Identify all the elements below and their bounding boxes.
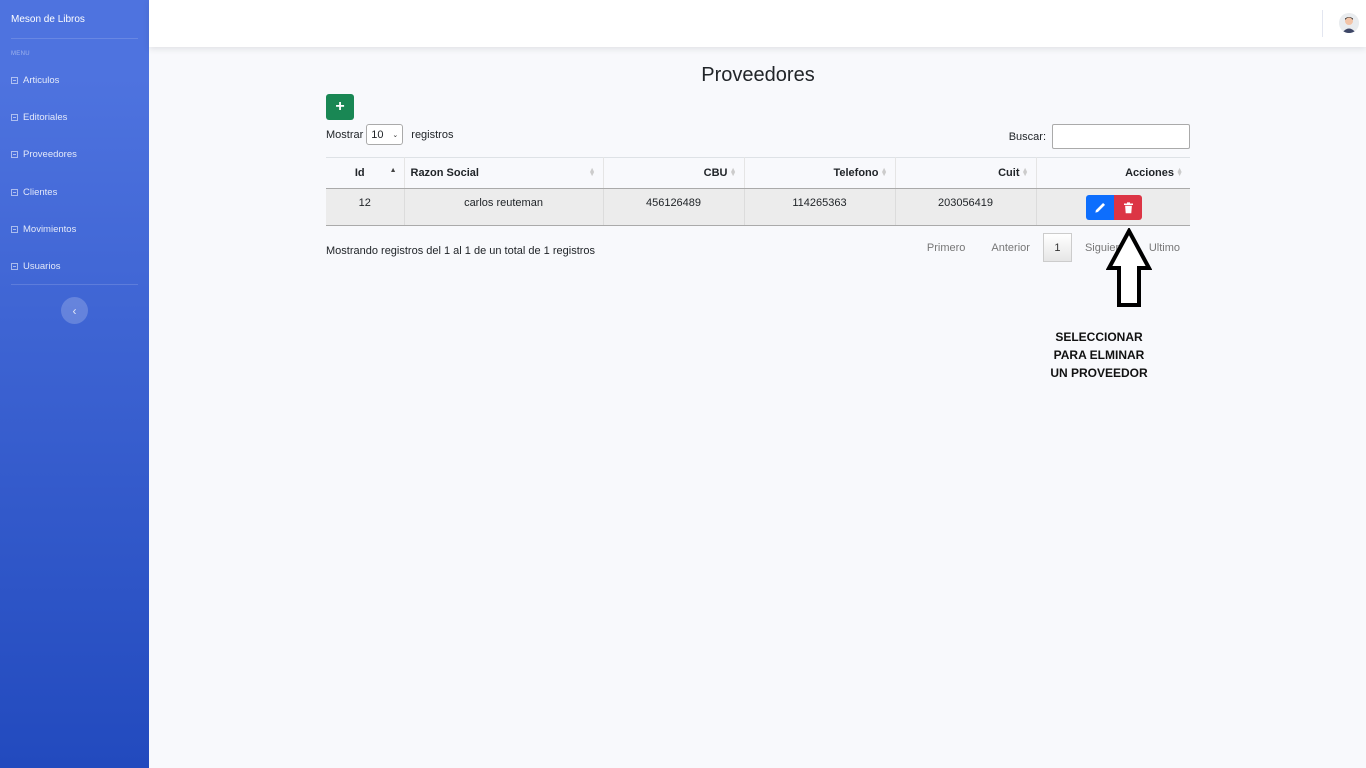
row-actions <box>1039 195 1191 220</box>
annotation-line: UN PROVEEDOR <box>1050 366 1148 380</box>
sidebar-divider <box>11 38 138 39</box>
plus-icon: + <box>335 98 345 115</box>
cell-cuit: 203056419 <box>895 188 1037 226</box>
cell-acciones <box>1036 188 1191 226</box>
sidebar-item-label: Proveedores <box>23 149 77 160</box>
sidebar-item-label: Usuarios <box>23 261 61 272</box>
column-header-label: Razon Social <box>410 167 479 179</box>
page-length-select[interactable]: 10 ⌄ <box>366 124 404 145</box>
add-proveedor-button[interactable]: + <box>326 94 354 120</box>
table-icon <box>11 226 18 233</box>
sidebar: Meson de Libros MENU Articulos Editorial… <box>0 0 149 768</box>
cell-razon-social: carlos reuteman <box>404 188 604 226</box>
delete-button[interactable] <box>1114 195 1143 220</box>
column-header-razon-social[interactable]: Razon Social ▲ ▼ <box>404 157 604 189</box>
table-info: Mostrando registros del 1 al 1 de un tot… <box>326 245 596 257</box>
column-header-label: Cuit <box>998 167 1020 179</box>
sort-icon: ▲▼ <box>1021 167 1029 178</box>
cell-telefono: 114265363 <box>744 188 896 226</box>
annotation-line: PARA ELMINAR <box>1053 348 1145 362</box>
chevron-left-icon: ‹ <box>72 303 77 318</box>
proveedores-table: Id ▲▼ Razon Social ▲▼ CBU ▲▼ Telefono ▲▼… <box>326 157 1190 226</box>
sort-icon: ▲▼ <box>1176 167 1183 178</box>
pagination-page-current[interactable]: 1 <box>1042 233 1072 262</box>
sidebar-toggle-button[interactable]: ‹ <box>61 297 88 324</box>
sort-icon: ▲▼ <box>729 167 737 178</box>
column-header-label: Acciones <box>1125 167 1174 179</box>
user-avatar-icon <box>1339 13 1359 33</box>
table-icon <box>11 263 18 270</box>
sidebar-item-label: Movimientos <box>23 224 77 235</box>
edit-button[interactable] <box>1086 195 1115 220</box>
length-suffix: registros <box>411 128 454 141</box>
sidebar-item-movimientos[interactable]: Movimientos <box>11 224 76 235</box>
sidebar-divider <box>11 284 138 285</box>
search-control: Buscar: <box>1009 124 1190 149</box>
cell-id: 12 <box>326 188 405 226</box>
table-row: 12 carlos reuteman 456126489 114265363 2… <box>326 188 1191 226</box>
annotation-line: SELECCIONAR <box>1055 330 1143 344</box>
sort-icon: ▲▼ <box>880 167 888 178</box>
cell-cbu: 456126489 <box>603 188 745 226</box>
sidebar-item-label: Clientes <box>23 187 58 198</box>
column-header-label: CBU <box>703 167 728 179</box>
length-prefix: Mostrar <box>326 128 364 141</box>
search-input[interactable] <box>1052 124 1190 149</box>
table-icon <box>11 114 18 121</box>
trash-icon <box>1123 201 1133 213</box>
column-header-cuit[interactable]: Cuit ▲ ▼ <box>895 157 1037 189</box>
search-label: Buscar: <box>1008 130 1046 143</box>
pencil-icon <box>1095 202 1106 213</box>
brand-name[interactable]: Meson de Libros <box>11 14 85 25</box>
column-header-telefono[interactable]: Telefono ▲ ▼ <box>744 157 896 189</box>
table-icon <box>11 151 18 158</box>
up-arrow-annotation-icon <box>1106 228 1152 307</box>
column-header-acciones[interactable]: Acciones ▲ ▼ <box>1036 157 1190 189</box>
sidebar-item-articulos[interactable]: Articulos <box>11 75 59 86</box>
sidebar-item-proveedores[interactable]: Proveedores <box>11 149 77 160</box>
avatar[interactable] <box>1339 13 1359 33</box>
sidebar-item-label: Articulos <box>23 75 60 86</box>
table-icon <box>11 189 18 196</box>
sidebar-item-clientes[interactable]: Clientes <box>11 187 57 198</box>
sort-icon: ▲▼ <box>588 167 596 178</box>
sort-icon: ▲▼ <box>389 167 397 174</box>
page-length-value: 10 <box>371 128 384 141</box>
annotation-note: SELECCIONAR PARA ELMINAR UN PROVEEDOR <box>1040 328 1158 382</box>
column-header-label: Telefono <box>833 167 879 179</box>
pagination-prev[interactable]: Anterior <box>982 242 1039 254</box>
column-header-label: Id <box>354 167 365 179</box>
table-icon <box>11 77 18 84</box>
topbar <box>149 0 1366 47</box>
table-header-row: Id ▲▼ Razon Social ▲▼ CBU ▲▼ Telefono ▲▼… <box>326 157 1190 189</box>
menu-heading: MENU <box>11 51 30 57</box>
page-length-control: Mostrar 10 ⌄ registros <box>326 124 453 145</box>
column-header-id[interactable]: Id ▲▼ <box>326 157 405 189</box>
pagination-first[interactable]: Primero <box>918 242 975 254</box>
topbar-divider <box>1322 10 1323 37</box>
chevron-down-icon: ⌄ <box>392 131 399 139</box>
column-header-cbu[interactable]: CBU ▲ ▼ <box>603 157 745 189</box>
sidebar-item-label: Editoriales <box>23 112 68 123</box>
page-title: Proveedores <box>701 64 815 86</box>
sidebar-item-usuarios[interactable]: Usuarios <box>11 261 61 272</box>
sidebar-item-editoriales[interactable]: Editoriales <box>11 112 67 123</box>
